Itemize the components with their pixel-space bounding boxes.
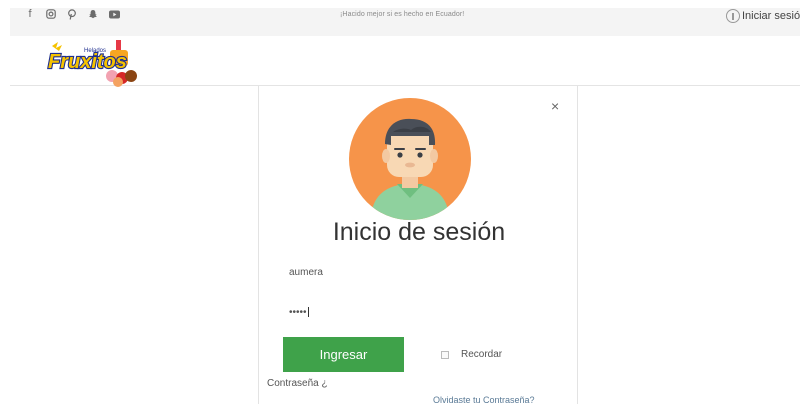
- page-title: Inicio de sesión: [332, 218, 506, 246]
- remember-toggle[interactable]: Recordar: [441, 349, 502, 360]
- login-button[interactable]: Ingresar: [283, 337, 404, 372]
- instagram-icon[interactable]: [45, 8, 57, 20]
- avatar: [349, 98, 471, 220]
- pinterest-icon[interactable]: [66, 8, 78, 20]
- forgot-password-link[interactable]: Olvidaste tu Contraseña?: [433, 395, 535, 404]
- login-link[interactable]: Iniciar sesió: [726, 9, 800, 23]
- text-caret: [308, 307, 309, 317]
- login-link-label: Iniciar sesió: [742, 10, 800, 22]
- facebook-icon[interactable]: f: [24, 8, 36, 20]
- password-field[interactable]: [289, 298, 539, 326]
- tagline: ¡Hacido mejor si es hecho en Ecuador!: [340, 11, 465, 18]
- login-modal: × Inicio de sesión Ingresar Recordar Con…: [258, 86, 578, 404]
- username-field[interactable]: [289, 258, 539, 286]
- remember-checkbox[interactable]: [441, 350, 449, 359]
- close-icon[interactable]: ×: [551, 98, 559, 114]
- site-logo[interactable]: Fruxitos Helados: [40, 40, 140, 88]
- remember-label: Recordar: [461, 349, 503, 360]
- youtube-icon[interactable]: [108, 8, 120, 20]
- svg-text:Fruxitos: Fruxitos: [48, 51, 127, 73]
- social-links: f: [24, 8, 120, 20]
- user-icon: [726, 9, 740, 23]
- svg-text:Helados: Helados: [84, 48, 106, 54]
- snapchat-icon[interactable]: [87, 8, 99, 20]
- password-label: Contraseña ¿: [267, 378, 328, 389]
